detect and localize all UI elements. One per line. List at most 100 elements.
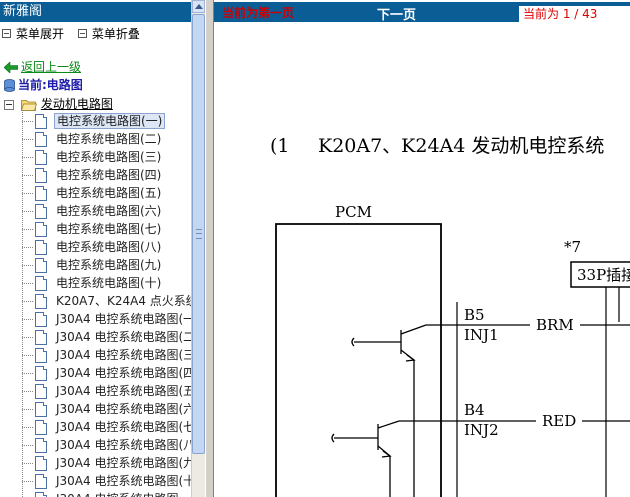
folder-open-icon — [20, 99, 37, 111]
document-icon — [35, 402, 47, 417]
tree-connector — [22, 391, 33, 392]
tree-connector — [22, 373, 33, 374]
document-icon — [35, 132, 47, 147]
tree-connector — [22, 139, 33, 140]
document-icon — [35, 294, 47, 309]
scroll-up-arrow-icon[interactable] — [192, 0, 205, 13]
tree-item-label: 电控系统电路图(九) — [56, 258, 162, 272]
tree-item-label: J30A4 电控系统电路图(二 — [56, 330, 196, 344]
tree-item-label: 电控系统电路图(三) — [56, 150, 162, 164]
document-icon — [35, 258, 47, 273]
document-icon — [35, 240, 47, 255]
tree-item-label: K20A7、K24A4 点火系统 — [56, 294, 198, 308]
signal-inj2-label: INJ2 — [464, 421, 499, 439]
left-nav-frame: 新雅阁 菜单展开 菜单折叠 返回上一级 当前:电路图 发动机电路图 电控系统电路… — [0, 0, 214, 497]
tree-item-label: J30A4 电控系统电路图(四 — [56, 366, 196, 380]
back-arrow-icon — [4, 62, 18, 73]
tree-item-label: J30A4 电控系统电路图(一 — [56, 312, 196, 326]
tree-connector — [22, 121, 33, 122]
page-toolbar: 当前为第一页 下一页 当前为 1 / 43 — [214, 2, 630, 24]
back-link-label: 返回上一级 — [21, 60, 82, 74]
database-icon — [4, 79, 15, 92]
pcm-label: PCM — [335, 203, 372, 221]
signal-inj1-label: INJ1 — [464, 326, 499, 344]
document-icon — [35, 168, 47, 183]
pcm-box — [275, 223, 442, 497]
tree-item-label: J30A4 电控系统电路图(三 — [56, 348, 196, 362]
tree-connector — [22, 481, 33, 482]
document-icon — [35, 456, 47, 471]
tree-connector — [22, 193, 33, 194]
prev-page-button[interactable]: 当前为第一页 — [222, 4, 294, 21]
content-frame: 当前为第一页 下一页 当前为 1 / 43 (1 K20A7、K24A4 发动机… — [214, 0, 630, 497]
document-icon — [35, 150, 47, 165]
tree-connector — [22, 265, 33, 266]
tree-guide-line — [22, 110, 23, 497]
grip-icon — [196, 229, 202, 239]
document-icon — [35, 348, 47, 363]
tree-item-label: J30A4 电控系统电路图(九 — [56, 456, 196, 470]
next-page-button[interactable]: 下一页 — [377, 4, 416, 23]
menu-expand-link[interactable]: 菜单展开 — [16, 27, 64, 41]
current-location: 当前:电路图 — [4, 76, 83, 93]
tree-item-label: 电控系统电路图(八) — [56, 240, 162, 254]
tree-connector — [22, 301, 33, 302]
document-icon — [35, 420, 47, 435]
diagram-title: K20A7、K24A4 发动机电控系统 — [318, 135, 604, 157]
connector-label: 33P插接 — [577, 266, 630, 284]
tree-item-label: 电控系统电路图(四) — [56, 168, 162, 182]
tree-item-label: J30A4 电控系统电路图(六 — [56, 402, 196, 416]
back-link[interactable]: 返回上一级 — [4, 58, 81, 75]
document-icon — [35, 276, 47, 291]
tree-item-label: J30A4 电控系统电路图(十 — [56, 474, 196, 488]
connector-ref: *7 — [564, 238, 581, 256]
tree-item-label: J30A4 电控系统电路图(七 — [56, 420, 196, 434]
pin-b4-label: B4 — [464, 401, 485, 419]
current-location-label: 当前:电路图 — [18, 78, 83, 92]
frame-divider[interactable] — [205, 0, 214, 497]
tree-connector — [22, 157, 33, 158]
folder-node[interactable]: 发动机电路图 — [4, 95, 113, 112]
tree-item-label: J30A4 电控系统电路图(八 — [56, 438, 196, 452]
tree-item-label: J30A4 电控系统电路图 — [54, 491, 180, 497]
scrollbar-thumb[interactable] — [192, 14, 205, 454]
tree-connector — [22, 337, 33, 338]
square-icon — [2, 29, 11, 38]
transistor-inj2-icon — [331, 420, 400, 497]
menu-collapse-link[interactable]: 菜单折叠 — [92, 27, 140, 41]
tree-connector — [22, 175, 33, 176]
collapse-icon[interactable] — [4, 99, 14, 110]
tree-connector — [22, 211, 33, 212]
tree-item-label: 电控系统电路图(五) — [56, 186, 162, 200]
document-icon — [35, 492, 47, 497]
document-icon — [35, 438, 47, 453]
tree-connector — [22, 463, 33, 464]
tree-item-label: 电控系统电路图(十) — [56, 276, 162, 290]
document-icon — [35, 222, 47, 237]
tree-item-label: 电控系统电路图(一) — [54, 113, 166, 129]
wire-color-brm: BRM — [536, 316, 574, 334]
document-icon — [35, 330, 47, 345]
menu-toggle-row: 菜单展开 菜单折叠 — [2, 25, 150, 42]
tree-connector — [22, 229, 33, 230]
tree-connector — [22, 427, 33, 428]
tree-connector — [22, 283, 33, 284]
tree-connector — [22, 409, 33, 410]
tree-connector — [22, 445, 33, 446]
tree-item-label: 电控系统电路图(七) — [56, 222, 162, 236]
tree-connector — [22, 319, 33, 320]
tree-connector — [22, 355, 33, 356]
circuit-diagram: (1 K20A7、K24A4 发动机电控系统 PCM *7 33P插接 B5 I… — [270, 135, 630, 497]
folder-label: 发动机电路图 — [40, 97, 113, 111]
nav-title: 新雅阁 — [3, 4, 43, 19]
document-icon — [35, 384, 47, 399]
square-icon — [77, 29, 87, 38]
transistor-inj1-icon — [351, 324, 427, 497]
document-icon — [35, 312, 47, 327]
nav-scrollbar[interactable] — [191, 0, 205, 497]
nav-title-bar: 新雅阁 — [0, 2, 191, 22]
wire-color-red: RED — [542, 412, 576, 430]
tree-item-label: 电控系统电路图(二) — [56, 132, 162, 146]
document-icon — [35, 114, 47, 129]
document-icon — [35, 186, 47, 201]
